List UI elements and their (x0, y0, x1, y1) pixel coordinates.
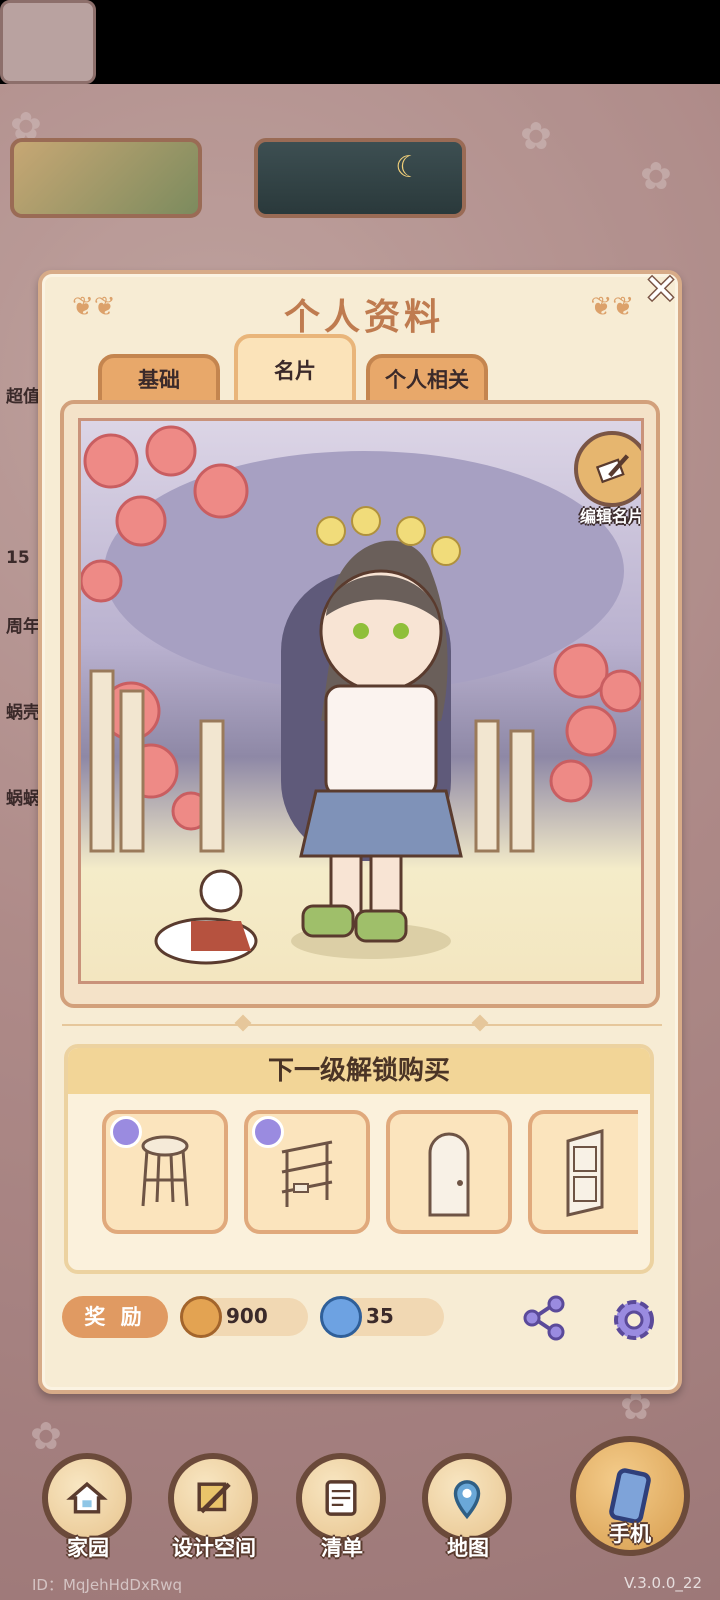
pencil-icon (574, 431, 641, 507)
rewards-row: 奖 励 900 35 (62, 1294, 662, 1342)
home-thumbnail[interactable] (10, 138, 202, 218)
night-thumbnail[interactable]: ☾ (254, 138, 466, 218)
arched-door-icon (428, 1132, 470, 1217)
nav-list-button[interactable] (296, 1453, 386, 1543)
gem-icon (320, 1296, 362, 1338)
shelf-icon (281, 1140, 333, 1207)
divider-dot (234, 1014, 252, 1032)
door-icon (566, 1128, 604, 1217)
side-label[interactable]: 超值 (6, 382, 40, 407)
divider (62, 1024, 662, 1026)
player-id: ID：MqJehHdDxRwq (32, 1576, 183, 1594)
side-label[interactable]: 15 (6, 548, 30, 568)
coin-icon (180, 1296, 222, 1338)
character-thumbnail[interactable] (0, 0, 96, 84)
phone-icon (609, 1468, 651, 1524)
gem-counter: 35 (320, 1296, 444, 1338)
gear-icon[interactable] (608, 1294, 660, 1346)
name-card-illustration: 编辑名片 (78, 418, 644, 984)
nav-map-label: 地图 (447, 1536, 489, 1560)
unlock-title: 下一级解锁购买 (68, 1048, 650, 1094)
unlock-item-slot[interactable] (244, 1110, 370, 1234)
unlock-item-slot[interactable] (102, 1110, 228, 1234)
nav-design-button[interactable] (168, 1453, 258, 1543)
tab-basic[interactable]: 基础 (98, 354, 220, 404)
furniture-badge-icon (110, 1116, 142, 1148)
nav-map-button[interactable] (422, 1453, 512, 1543)
profile-dialog: ❦❦ ❦❦ 个人资料 基础 名片 个人相关 编辑名片 下一级解锁购买 奖 励 9… (38, 270, 682, 1394)
nav-home-label: 家园 (67, 1536, 109, 1560)
divider-dot (471, 1014, 489, 1032)
dialog-title: 个人资料 (283, 297, 444, 338)
nav-phone-label: 手机 (609, 1522, 651, 1546)
house-icon (66, 1481, 108, 1514)
moon-icon: ☾ (395, 150, 422, 185)
name-card-frame: 编辑名片 (60, 400, 660, 1008)
close-icon[interactable]: ✕ (640, 270, 682, 312)
nav-design-label: 设计空间 (172, 1536, 256, 1560)
nav-home-button[interactable] (42, 1453, 132, 1543)
edit-card-button[interactable]: 编辑名片 (567, 431, 644, 541)
list-icon (325, 1480, 357, 1516)
nav-list-label: 清单 (321, 1536, 363, 1560)
side-label[interactable]: 周年 (6, 612, 40, 637)
card-scene-graphic (81, 425, 641, 965)
map-pin-icon (453, 1480, 481, 1520)
edit-card-label: 编辑名片 (579, 507, 644, 526)
reward-label: 奖 励 (62, 1296, 168, 1338)
side-label[interactable]: 蜗壳 (6, 698, 40, 723)
coin-counter: 900 (180, 1296, 308, 1338)
design-icon (197, 1482, 231, 1514)
furniture-badge-icon (252, 1116, 284, 1148)
coin-value: 900 (226, 1304, 268, 1328)
unlock-panel: 下一级解锁购买 (64, 1044, 654, 1274)
side-label[interactable]: 蜗蜗 (6, 784, 40, 809)
app-version: V.3.0.0_22 (624, 1574, 702, 1592)
unlock-item-slot[interactable] (386, 1110, 512, 1234)
unlock-item-slot[interactable] (528, 1110, 638, 1234)
tab-card[interactable]: 名片 (234, 334, 356, 406)
stool-icon (141, 1135, 189, 1207)
tab-personal[interactable]: 个人相关 (366, 354, 488, 404)
gem-value: 35 (366, 1304, 394, 1328)
share-icon[interactable] (520, 1294, 568, 1342)
